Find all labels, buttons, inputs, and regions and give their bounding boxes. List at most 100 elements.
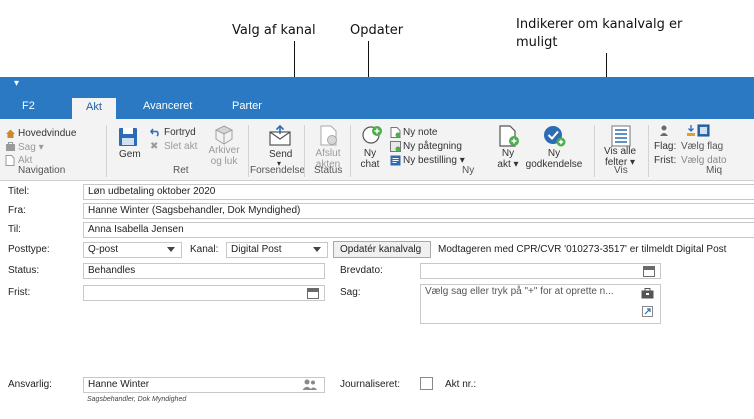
case-button[interactable]: Sag ▾ bbox=[18, 142, 44, 153]
group-label-misc: Miq bbox=[706, 165, 723, 176]
calendar-icon[interactable] bbox=[643, 266, 655, 277]
journalized-label: Journaliseret: bbox=[340, 379, 401, 390]
archive-button[interactable]: Arkiver og luk bbox=[204, 145, 244, 167]
new-order-label: Ny bestilling bbox=[403, 155, 457, 166]
tab-akt[interactable]: Akt bbox=[72, 98, 116, 119]
new-chat-button[interactable]: Ny chat bbox=[352, 148, 388, 170]
channel-select[interactable]: Digital Post bbox=[226, 242, 328, 258]
new-note-icon bbox=[390, 127, 401, 138]
responsible-field[interactable]: Hanne Winter bbox=[83, 377, 325, 393]
to-label: Til: bbox=[8, 224, 21, 235]
to-field[interactable]: Anna Isabella Jensen bbox=[83, 222, 754, 238]
new-approval-label-line1: Ny bbox=[547, 148, 561, 159]
letter-date-field[interactable] bbox=[420, 263, 661, 279]
save-button[interactable]: Gem bbox=[119, 149, 141, 160]
annotation-indicator-line2: muligt bbox=[516, 35, 558, 50]
from-field[interactable]: Hanne Winter (Sagsbehandler, Dok Myndigh… bbox=[83, 203, 754, 219]
case-icon bbox=[6, 142, 15, 151]
choose-flag-dropdown[interactable]: Vælg flag bbox=[681, 141, 723, 152]
channel-value: Digital Post bbox=[231, 244, 282, 255]
save-icon bbox=[119, 128, 137, 146]
send-icon bbox=[269, 125, 291, 146]
group-label-ny: Ny bbox=[462, 165, 475, 176]
group-label-navigation: Navigation bbox=[18, 165, 66, 176]
flag-icon bbox=[687, 124, 710, 137]
status-field: Behandles bbox=[83, 263, 325, 279]
responsible-label: Ansvarlig: bbox=[8, 379, 52, 390]
title-bar: ▾ bbox=[0, 77, 754, 95]
deadline-label: Frist: bbox=[654, 155, 677, 166]
posttype-label: Posttype: bbox=[8, 244, 50, 255]
close-act-label-line1: Afslut bbox=[315, 148, 341, 159]
main-window-button[interactable]: Hovedvindue bbox=[18, 128, 76, 139]
quick-access-icon[interactable]: ▾ bbox=[14, 78, 19, 89]
new-order-icon bbox=[390, 155, 401, 166]
new-act-label-line2: akt ▾ bbox=[497, 159, 519, 170]
new-note-button[interactable]: Ny note bbox=[403, 127, 437, 138]
channel-label: Kanal: bbox=[190, 244, 219, 255]
group-label-forsendelse: Forsendelse bbox=[250, 165, 306, 176]
show-all-label-line1: Vis alle bbox=[603, 146, 637, 157]
show-all-fields-icon bbox=[611, 125, 631, 147]
new-endorsement-button[interactable]: Ny påtegning bbox=[403, 141, 462, 152]
delete-act-button[interactable]: Slet akt bbox=[164, 141, 197, 152]
update-channel-button[interactable]: Opdatér kanalvalg bbox=[333, 241, 431, 258]
case-button-label: Sag bbox=[18, 142, 36, 153]
flag-label: Flag: bbox=[654, 141, 677, 152]
home-icon bbox=[6, 129, 15, 138]
new-endorsement-icon bbox=[390, 141, 401, 152]
new-act-icon bbox=[499, 125, 519, 147]
group-separator bbox=[106, 125, 107, 177]
annotation-channel-choice: Valg af kanal bbox=[232, 23, 316, 38]
annotation-update: Opdater bbox=[350, 23, 404, 38]
group-label-ret: Ret bbox=[173, 165, 189, 176]
new-act-label-line2-text: akt bbox=[497, 159, 511, 170]
act-icon bbox=[5, 155, 15, 166]
channel-status-text: Modtageren med CPR/CVR '010273-3517' er … bbox=[438, 244, 727, 255]
act-no-label: Akt nr.: bbox=[445, 379, 477, 390]
new-chat-icon bbox=[362, 126, 382, 144]
close-act-icon bbox=[320, 125, 337, 146]
from-label: Fra: bbox=[8, 205, 26, 216]
title-label: Titel: bbox=[8, 186, 30, 197]
new-act-label-line1: Ny bbox=[501, 148, 515, 159]
tab-f2[interactable]: F2 bbox=[22, 100, 35, 112]
chevron-down-icon bbox=[313, 247, 321, 252]
ribbon: Hovedvindue Sag ▾ Akt Navigation Gem For… bbox=[0, 119, 754, 181]
responsible-sub: Sagsbehandler, Dok Myndighed bbox=[87, 396, 187, 403]
case-label: Sag: bbox=[340, 287, 361, 298]
new-chat-label-line1: Ny bbox=[363, 148, 377, 159]
archive-label-line2: og luk bbox=[210, 156, 238, 167]
letter-date-label: Brevdato: bbox=[340, 265, 383, 276]
open-case-icon[interactable] bbox=[642, 306, 653, 317]
deadline-field-label: Frist: bbox=[8, 287, 31, 298]
archive-icon bbox=[214, 125, 234, 145]
new-approval-button[interactable]: Ny godkendelse bbox=[524, 148, 584, 170]
case-field[interactable]: Vælg sag eller tryk på "+" for at oprett… bbox=[420, 284, 661, 324]
new-chat-label-line2: chat bbox=[360, 159, 380, 170]
tab-parter[interactable]: Parter bbox=[232, 100, 262, 112]
posttype-select[interactable]: Q-post bbox=[83, 242, 182, 258]
act-form: Titel: Løn udbetaling oktober 2020 Fra: … bbox=[0, 181, 754, 419]
journalized-checkbox[interactable] bbox=[420, 377, 433, 390]
group-label-status: Status bbox=[314, 165, 343, 176]
calendar-icon[interactable] bbox=[307, 288, 319, 299]
flag-person-icon bbox=[660, 125, 668, 136]
deadline-field[interactable] bbox=[83, 285, 325, 301]
undo-icon bbox=[150, 128, 159, 137]
undo-button[interactable]: Fortryd bbox=[164, 127, 196, 138]
new-act-button[interactable]: Ny akt ▾ bbox=[490, 148, 526, 170]
annotation-indicator-line1: Indikerer om kanalvalg er bbox=[516, 17, 683, 32]
tab-avanceret[interactable]: Avanceret bbox=[143, 100, 192, 112]
status-label: Status: bbox=[8, 265, 40, 276]
briefcase-icon[interactable] bbox=[641, 288, 654, 299]
group-separator bbox=[350, 125, 351, 177]
new-approval-label-line2: godkendelse bbox=[525, 159, 583, 170]
posttype-value: Q-post bbox=[88, 244, 119, 255]
new-order-button[interactable]: Ny bestilling ▾ bbox=[403, 155, 465, 166]
delete-x-icon: ✖ bbox=[150, 141, 159, 152]
title-field[interactable]: Løn udbetaling oktober 2020 bbox=[83, 184, 754, 200]
users-icon[interactable] bbox=[302, 379, 318, 391]
archive-label-line1: Arkiver bbox=[208, 145, 240, 156]
group-label-vis: Vis bbox=[614, 165, 628, 176]
